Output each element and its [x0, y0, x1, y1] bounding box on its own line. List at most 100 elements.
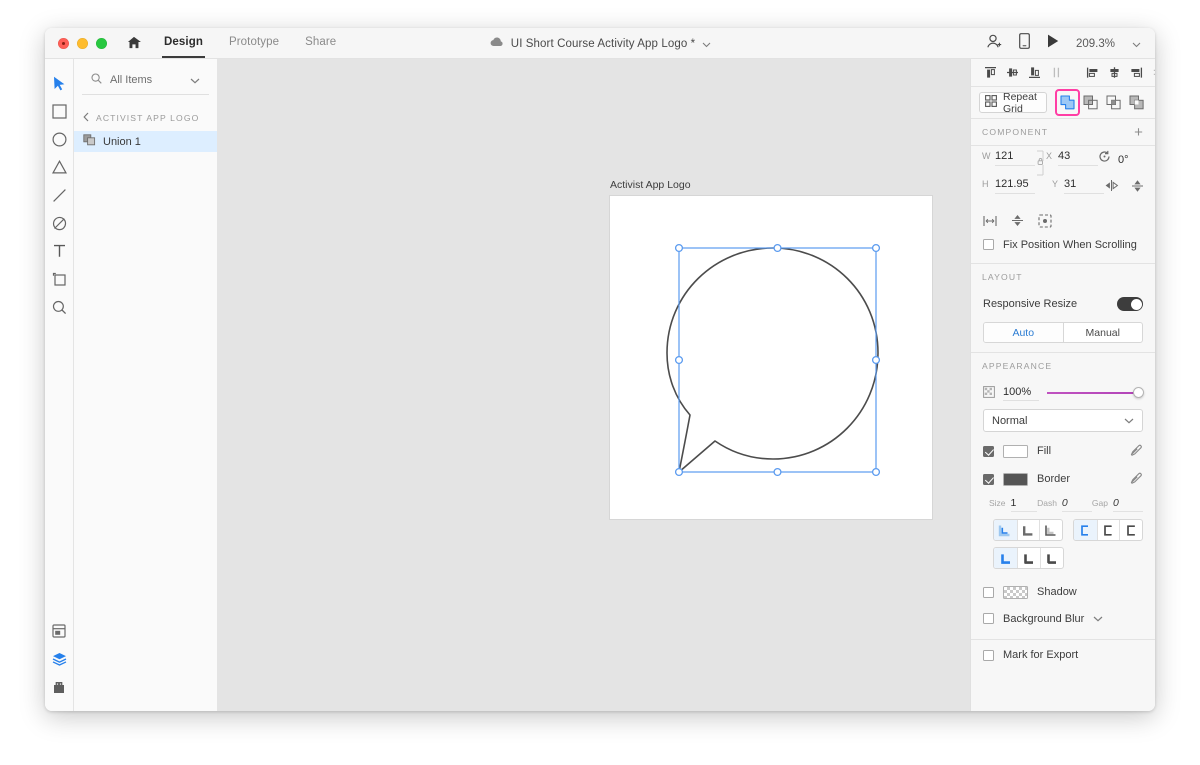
chevron-left-icon[interactable] — [83, 109, 89, 127]
align-top-icon[interactable] — [979, 62, 1001, 84]
border-cap-round-icon[interactable] — [1096, 520, 1120, 540]
border-align-center-icon[interactable] — [1016, 520, 1040, 540]
border-eyedropper-icon[interactable] — [1130, 471, 1143, 487]
list-item[interactable]: Union 1 — [74, 131, 217, 152]
plus-icon[interactable]: + — [1134, 125, 1144, 140]
boolean-intersect-icon[interactable] — [1103, 91, 1124, 114]
ellipse-tool[interactable] — [45, 125, 74, 153]
mark-for-export-checkbox[interactable] — [983, 649, 994, 661]
close-window-button[interactable] — [58, 37, 69, 49]
border-join-round-icon[interactable] — [1017, 548, 1040, 568]
border-cap-square-icon[interactable] — [1119, 520, 1142, 540]
path-join-icon[interactable] — [1011, 214, 1024, 230]
fix-position-checkbox[interactable] — [983, 239, 994, 250]
border-align-inside-icon[interactable] — [994, 520, 1017, 540]
rotation-field[interactable]: 0° — [1098, 150, 1144, 169]
align-horizontal-center-icon[interactable] — [1103, 62, 1125, 84]
triangle-tool[interactable] — [45, 153, 74, 181]
zoom-level[interactable]: 209.3% — [1076, 38, 1115, 50]
rotation-value[interactable]: 0° — [1118, 154, 1144, 169]
resize-mode-manual[interactable]: Manual — [1062, 323, 1143, 342]
layer-filter-row[interactable]: All Items — [82, 65, 209, 95]
line-tool[interactable] — [45, 181, 74, 209]
x-value[interactable]: 43 — [1058, 150, 1098, 166]
tab-design[interactable]: Design — [162, 36, 205, 58]
tab-share[interactable]: Share — [305, 36, 336, 51]
distribute-vertical-icon[interactable] — [1045, 62, 1067, 84]
zoom-tool[interactable] — [45, 293, 74, 321]
artboard-tool[interactable] — [45, 265, 74, 293]
layers-panel-icon[interactable] — [45, 645, 74, 673]
boolean-exclude-overlap-icon[interactable] — [1126, 91, 1147, 114]
boolean-subtract-icon[interactable] — [1080, 91, 1101, 114]
background-blur-chevron-down-icon[interactable] — [1093, 613, 1103, 625]
play-icon[interactable] — [1047, 34, 1059, 53]
height-field[interactable]: H 121.95 — [982, 178, 1036, 194]
y-position-field[interactable]: Y 31 — [1052, 178, 1104, 194]
x-position-field[interactable]: X 43 — [1046, 150, 1098, 166]
opacity-slider[interactable] — [1047, 387, 1144, 398]
border-align-outside-icon[interactable] — [1039, 520, 1062, 540]
height-value[interactable]: 121.95 — [995, 178, 1035, 194]
fill-color-swatch[interactable] — [1003, 444, 1028, 458]
document-title[interactable]: UI Short Course Activity App Logo * — [511, 38, 695, 50]
border-size-field[interactable]: Size 1 — [989, 497, 1037, 512]
flip-horizontal-icon[interactable] — [1104, 179, 1119, 196]
distribute-horizontal-icon[interactable] — [1147, 62, 1155, 84]
border-dash-field[interactable]: Dash 0 — [1037, 497, 1092, 512]
assets-panel-icon[interactable] — [45, 617, 74, 645]
artboard-label[interactable]: Activist App Logo — [610, 179, 691, 191]
align-left-icon[interactable] — [1081, 62, 1103, 84]
rectangle-tool[interactable] — [45, 97, 74, 125]
blend-mode-select[interactable]: Normal — [983, 409, 1143, 432]
home-icon[interactable] — [127, 36, 142, 50]
border-dash-value[interactable]: 0 — [1061, 497, 1092, 512]
fix-position-row[interactable]: Fix Position When Scrolling — [971, 232, 1155, 257]
invite-user-icon[interactable] — [986, 33, 1002, 54]
pen-tool[interactable] — [45, 209, 74, 237]
repeat-grid-button[interactable]: Repeat Grid — [979, 91, 1047, 115]
align-vertical-center-icon[interactable] — [1001, 62, 1023, 84]
select-tool[interactable] — [45, 69, 74, 97]
boolean-add-icon[interactable] — [1055, 89, 1080, 116]
scale-icon[interactable] — [1038, 213, 1052, 231]
tab-prototype[interactable]: Prototype — [229, 36, 279, 51]
opacity-slider-knob[interactable] — [1133, 387, 1144, 398]
border-size-value[interactable]: 1 — [1010, 497, 1037, 512]
fill-checkbox[interactable] — [983, 445, 994, 457]
border-gap-value[interactable]: 0 — [1113, 497, 1143, 512]
y-value[interactable]: 31 — [1064, 178, 1104, 194]
shadow-checkbox[interactable] — [983, 586, 994, 598]
width-value[interactable]: 121 — [995, 150, 1035, 166]
border-gap-field[interactable]: Gap 0 — [1092, 497, 1143, 512]
mobile-device-icon[interactable] — [1019, 33, 1030, 54]
minimize-window-button[interactable] — [77, 37, 88, 49]
chevron-down-icon[interactable] — [702, 35, 711, 53]
artboard[interactable] — [609, 195, 933, 520]
border-checkbox[interactable] — [983, 473, 994, 485]
design-canvas[interactable]: Activist App Logo — [218, 59, 970, 711]
background-blur-checkbox[interactable] — [983, 613, 994, 624]
lock-aspect-ratio-icon[interactable] — [1035, 150, 1046, 176]
layer-group-header[interactable]: ACTIVIST APP LOGO — [74, 105, 217, 131]
responsive-resize-toggle[interactable] — [1117, 297, 1143, 311]
speech-bubble-shape[interactable] — [610, 196, 934, 521]
align-bottom-icon[interactable] — [1023, 62, 1045, 84]
maximize-window-button[interactable] — [96, 37, 107, 49]
plugins-panel-icon[interactable] — [45, 673, 74, 701]
corner-radius-icon[interactable] — [983, 215, 997, 230]
zoom-chevron-down-icon[interactable] — [1132, 35, 1141, 53]
opacity-value[interactable]: 100% — [1003, 386, 1039, 401]
border-cap-butt-icon[interactable] — [1074, 520, 1097, 540]
layer-filter-chevron-down-icon[interactable] — [190, 71, 200, 89]
fill-eyedropper-icon[interactable] — [1130, 443, 1143, 459]
width-field[interactable]: W 121 — [982, 150, 1035, 166]
resize-mode-auto[interactable]: Auto — [984, 323, 1063, 342]
border-color-swatch[interactable] — [1003, 472, 1028, 486]
flip-vertical-icon[interactable] — [1131, 179, 1144, 196]
align-right-icon[interactable] — [1125, 62, 1147, 84]
shadow-color-swatch[interactable] — [1003, 585, 1028, 599]
border-join-bevel-icon[interactable] — [1040, 548, 1063, 568]
text-tool[interactable] — [45, 237, 74, 265]
border-join-miter-icon[interactable] — [994, 548, 1017, 568]
